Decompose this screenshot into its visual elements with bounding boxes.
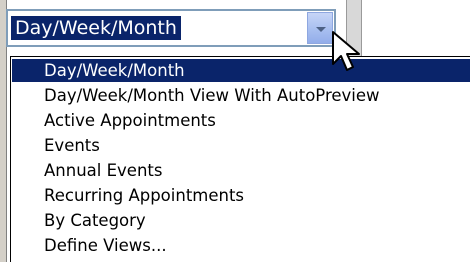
option-by-category[interactable]: By Category [12,209,470,232]
view-selector-combobox[interactable]: Day/Week/Month [6,9,336,47]
option-annual-events[interactable]: Annual Events [12,159,470,182]
option-define-views[interactable]: Define Views... [12,234,470,257]
option-active-appointments[interactable]: Active Appointments [12,109,470,132]
arrow-pointer-icon [332,31,360,71]
option-events[interactable]: Events [12,134,470,157]
option-recurring-appointments[interactable]: Recurring Appointments [12,184,470,207]
chevron-down-icon [316,27,326,32]
option-day-week-month[interactable]: Day/Week/Month [12,59,470,82]
view-dropdown-list[interactable]: Day/Week/Month Day/Week/Month View With … [10,56,470,262]
option-day-week-month-autopreview[interactable]: Day/Week/Month View With AutoPreview [12,84,470,107]
view-selector-value: Day/Week/Month [11,16,181,40]
